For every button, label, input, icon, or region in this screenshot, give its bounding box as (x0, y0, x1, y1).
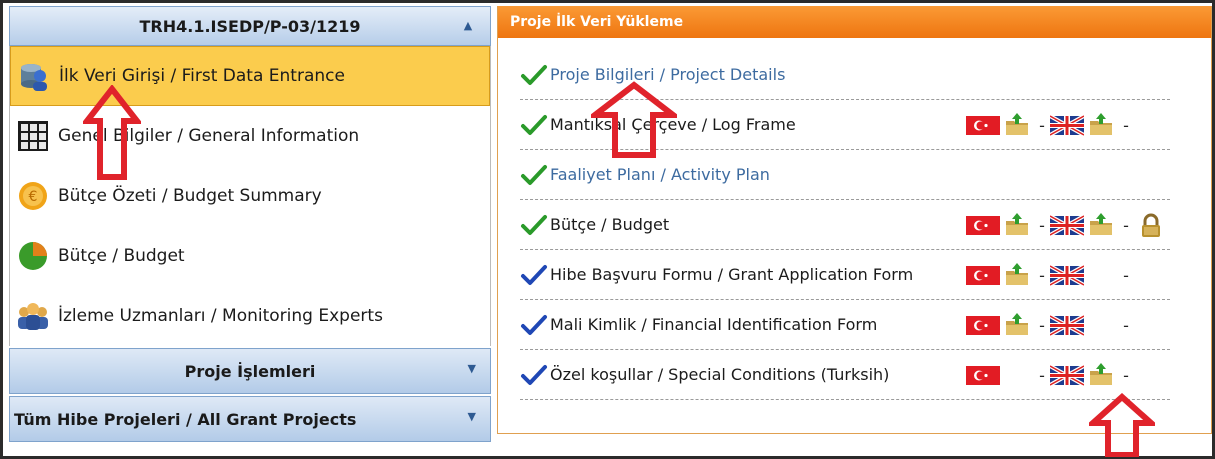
screenshot-frame: TRH4.1.ISEDP/P-03/1219 ▲ İlk Veri Girişi… (0, 0, 1215, 459)
data-upload-panel: Proje İlk Veri Yükleme Proje Bilgileri /… (497, 6, 1212, 434)
row-actions: -- (966, 313, 1134, 337)
upload-folder-icon[interactable] (1000, 313, 1034, 337)
upload-folder-icon[interactable] (1000, 213, 1034, 237)
upload-folder-icon[interactable] (1084, 213, 1118, 237)
sidebar-item-budget[interactable]: Bütçe / Budget (10, 226, 490, 286)
separator-dash: - (1123, 365, 1129, 385)
row-label: Hibe Başvuru Formu / Grant Application F… (550, 265, 914, 284)
blue-check-icon (521, 364, 547, 385)
turkish-flag-icon[interactable] (966, 363, 1000, 387)
people-icon (18, 303, 48, 330)
chevron-up-icon[interactable]: ▲ (460, 18, 476, 34)
project-code-header[interactable]: TRH4.1.ISEDP/P-03/1219 ▲ (9, 6, 491, 46)
sidebar: TRH4.1.ISEDP/P-03/1219 ▲ İlk Veri Girişi… (9, 6, 491, 442)
sidebar-item-label: Bütçe / Budget (58, 246, 185, 266)
coin-icon: € (19, 182, 47, 210)
uk-flag-icon[interactable] (1050, 113, 1084, 137)
blue-check-icon (521, 264, 547, 285)
row-link[interactable]: Faaliyet Planı / Activity Plan (550, 165, 770, 184)
upload-row: Özel koşullar / Special Conditions (Turk… (520, 350, 1170, 400)
svg-text:€: € (29, 189, 38, 205)
separator-dash: - (1039, 115, 1045, 135)
panel-title: Proje İlk Veri Yükleme (498, 6, 1211, 38)
turkish-flag-icon[interactable] (966, 263, 1000, 287)
separator-dash: - (1039, 315, 1045, 335)
turkish-flag-icon[interactable] (966, 313, 1000, 337)
green-check-icon (521, 214, 547, 235)
section-project-operations[interactable]: Proje İşlemleri ▼ (9, 348, 491, 394)
lock-icon[interactable] (1134, 213, 1168, 237)
green-check-icon (521, 114, 547, 135)
row-actions: -- (966, 363, 1134, 387)
separator-dash: - (1123, 115, 1129, 135)
uk-flag-icon[interactable] (1050, 263, 1084, 287)
row-label: Mali Kimlik / Financial Identification F… (550, 315, 878, 334)
separator-dash: - (1039, 215, 1045, 235)
green-check-icon (521, 64, 547, 85)
turkish-flag-icon[interactable] (966, 213, 1000, 237)
sidebar-item-general-information[interactable]: Genel Bilgiler / General Information (10, 106, 490, 166)
turkish-flag-icon[interactable] (966, 113, 1000, 137)
separator-dash: - (1039, 365, 1045, 385)
green-check-icon (521, 164, 547, 185)
uk-flag-icon[interactable] (1050, 363, 1084, 387)
upload-row: Hibe Başvuru Formu / Grant Application F… (520, 250, 1170, 300)
sidebar-item-label: İzleme Uzmanları / Monitoring Experts (58, 306, 383, 326)
chevron-down-icon[interactable]: ▼ (468, 362, 476, 375)
row-actions: -- (966, 113, 1134, 137)
section-label: Tüm Hibe Projeleri / All Grant Projects (14, 409, 357, 429)
blue-check-icon (521, 314, 547, 335)
upload-row: Bütçe / Budget - - (520, 200, 1170, 250)
uk-flag-icon[interactable] (1050, 313, 1084, 337)
upload-folder-icon[interactable] (1000, 263, 1034, 287)
sidebar-item-label: İlk Veri Girişi / First Data Entrance (59, 66, 345, 86)
annotation-arrow-project-details (591, 81, 677, 158)
section-all-grant-projects[interactable]: Tüm Hibe Projeleri / All Grant Projects … (9, 396, 491, 442)
grid-icon (18, 121, 48, 151)
upload-folder-icon[interactable] (1084, 113, 1118, 137)
sidebar-item-first-data-entrance[interactable]: İlk Veri Girişi / First Data Entrance (10, 46, 490, 106)
annotation-arrow-special-conditions (1089, 393, 1155, 457)
sidebar-item-monitoring-experts[interactable]: İzleme Uzmanları / Monitoring Experts (10, 286, 490, 346)
row-label: Bütçe / Budget (550, 215, 670, 234)
upload-folder-icon[interactable] (1000, 113, 1034, 137)
separator-dash: - (1123, 265, 1129, 285)
row-label: Özel koşullar / Special Conditions (Turk… (550, 365, 890, 384)
uk-flag-icon[interactable] (1050, 213, 1084, 237)
chevron-down-icon[interactable]: ▼ (468, 410, 476, 423)
upload-folder-icon[interactable] (1084, 363, 1118, 387)
upload-row: Mali Kimlik / Financial Identification F… (520, 300, 1170, 350)
separator-dash: - (1039, 265, 1045, 285)
separator-dash: - (1123, 315, 1129, 335)
sidebar-item-budget-summary[interactable]: € Bütçe Özeti / Budget Summary (10, 166, 490, 226)
database-user-icon (21, 64, 47, 91)
annotation-arrow-first-data (83, 85, 141, 180)
pie-chart-icon (19, 242, 47, 270)
separator-dash: - (1123, 215, 1129, 235)
row-actions: -- (966, 213, 1168, 237)
sidebar-nav: İlk Veri Girişi / First Data Entrance Ge… (9, 46, 491, 346)
sidebar-item-label: Bütçe Özeti / Budget Summary (58, 186, 322, 206)
row-actions: -- (966, 263, 1134, 287)
project-code: TRH4.1.ISEDP/P-03/1219 (139, 16, 361, 36)
section-label: Proje İşlemleri (184, 361, 316, 381)
